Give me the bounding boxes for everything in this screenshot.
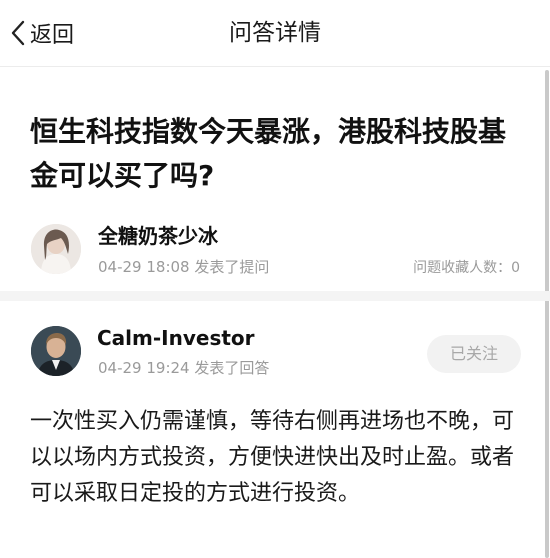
favorites-count: 问题收藏人数：0 — [413, 260, 520, 276]
top-nav-bar: 返回 问答详情 — [0, 0, 550, 67]
followed-button[interactable]: 已关注 — [427, 335, 521, 373]
asker-name[interactable]: 全糖奶茶少冰 — [98, 222, 218, 250]
page-title: 问答详情 — [229, 20, 321, 46]
answerer-avatar[interactable] — [31, 326, 81, 376]
scrollbar[interactable] — [545, 70, 549, 558]
answerer-post-time: 04-29 19:24 发表了回答 — [98, 359, 270, 377]
answer-text: 一次性买入仍需谨慎，等待右侧再进场也不晚，可以以场内方式投资，方便快进快出及时止… — [30, 409, 515, 506]
question-title: 恒生科技指数今天暴涨，港股科技股基金可以买了吗? — [30, 115, 507, 192]
asker-post-time: 04-29 18:08 发表了提问 — [98, 258, 270, 276]
section-divider — [0, 291, 550, 301]
answerer-name[interactable]: Calm-Investor — [97, 324, 255, 352]
asker-avatar[interactable] — [31, 224, 81, 274]
